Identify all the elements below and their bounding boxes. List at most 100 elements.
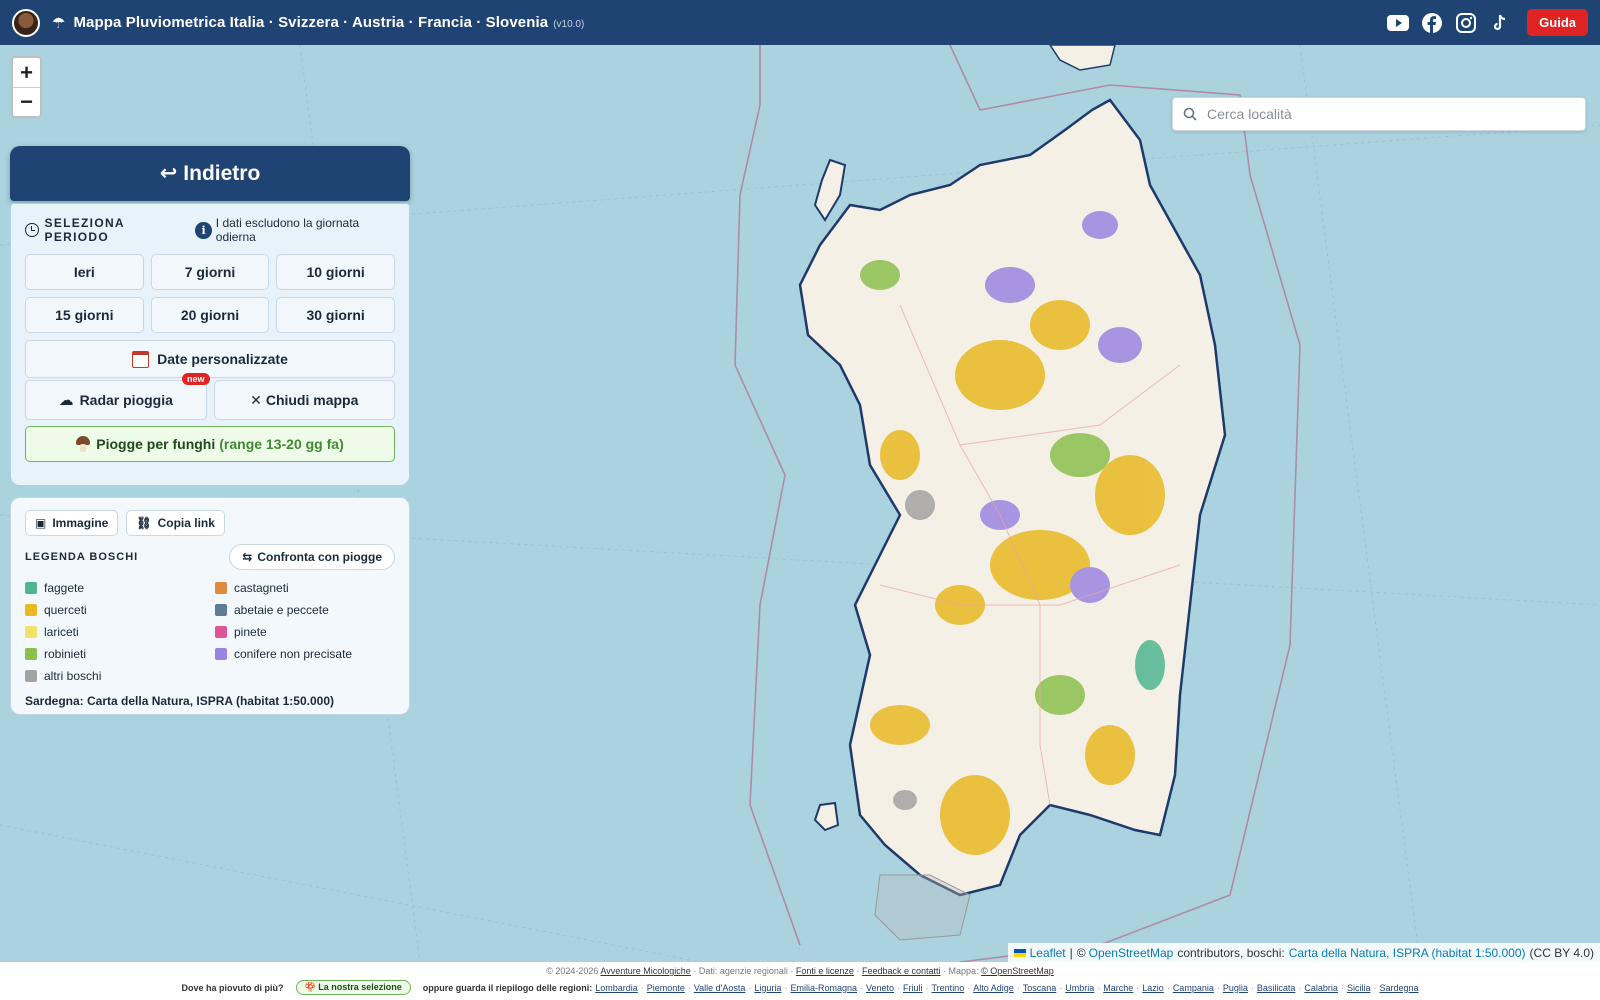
region-separator: · bbox=[748, 982, 752, 993]
attribution-sep: | bbox=[1069, 945, 1073, 960]
legend-swatch bbox=[25, 604, 37, 616]
copy-link-label: Copia link bbox=[157, 516, 215, 530]
region-link[interactable]: Liguria bbox=[754, 983, 781, 993]
legend-label: conifere non precisate bbox=[234, 647, 353, 661]
leaflet-link[interactable]: Leaflet bbox=[1030, 946, 1066, 960]
region-link[interactable]: Sardegna bbox=[1379, 983, 1418, 993]
region-link[interactable]: Umbria bbox=[1065, 983, 1094, 993]
app-title: Mappa Pluviometrica Italia · Svizzera · … bbox=[73, 14, 549, 31]
youtube-icon[interactable] bbox=[1387, 12, 1410, 34]
footer-question: Dove ha piovuto di più? bbox=[181, 982, 284, 993]
facebook-icon[interactable] bbox=[1421, 12, 1443, 34]
avatar[interactable] bbox=[12, 8, 40, 37]
guide-button[interactable]: Guida bbox=[1527, 9, 1588, 36]
legend-items: faggete castagneti querceti abetaie e pecce… bbox=[25, 580, 395, 684]
region-link[interactable]: Trentino bbox=[932, 983, 965, 993]
compare-button[interactable]: ⇆ Confronta con piogge bbox=[229, 544, 395, 570]
legend-item: pinete bbox=[215, 624, 395, 640]
region-link[interactable]: Marche bbox=[1103, 983, 1133, 993]
region-link[interactable]: Calabria bbox=[1304, 983, 1338, 993]
image-label: Immagine bbox=[52, 516, 109, 530]
footer-credits: © 2024-2026 Avventure Micologiche · Dati… bbox=[0, 962, 1600, 976]
region-separator: · bbox=[1016, 982, 1020, 993]
custom-dates-button[interactable]: Date personalizzate bbox=[25, 340, 395, 378]
footer-dot: · bbox=[856, 966, 860, 976]
region-separator: · bbox=[1059, 982, 1063, 993]
region-separator: · bbox=[640, 982, 644, 993]
ukraine-flag-icon bbox=[1013, 948, 1026, 957]
footer-sources-link[interactable]: Fonti e licenze bbox=[796, 966, 854, 976]
swap-icon: ⇆ bbox=[242, 550, 253, 564]
forest-legend: ▣ Immagine ⛓ Copia link LEGENDA BOSCHI ⇆… bbox=[10, 497, 410, 715]
region-separator: · bbox=[859, 982, 863, 993]
legend-label: robinieti bbox=[44, 647, 87, 661]
period-button-10[interactable]: 10 giorni bbox=[276, 254, 395, 290]
region-link[interactable]: Friuli bbox=[903, 983, 923, 993]
zoom-in-button[interactable]: + bbox=[13, 58, 40, 87]
camera-icon: ▣ bbox=[35, 516, 47, 530]
footer-site-link[interactable]: Avventure Micologiche bbox=[600, 966, 690, 976]
cdn-link[interactable]: Carta della Natura, ISPRA (habitat 1:50.… bbox=[1289, 946, 1526, 960]
regions-label: oppure guarda il riepilogo delle regioni… bbox=[422, 982, 593, 993]
region-link[interactable]: Lazio bbox=[1142, 983, 1164, 993]
image-button[interactable]: ▣ Immagine bbox=[25, 510, 119, 536]
region-link[interactable]: Basilicata bbox=[1257, 983, 1296, 993]
close-map-button[interactable]: ✕ Chiudi mappa bbox=[213, 380, 395, 420]
tiktok-icon[interactable] bbox=[1489, 12, 1511, 34]
legend-item: abetaie e peccete bbox=[215, 602, 395, 618]
region-link[interactable]: Emilia-Romagna bbox=[790, 983, 857, 993]
period-button-20[interactable]: 20 giorni bbox=[150, 297, 270, 333]
license-text: (CC BY 4.0) bbox=[1529, 945, 1594, 960]
selection-badge[interactable]: 🍄 La nostra selezione bbox=[295, 980, 411, 995]
legend-item: castagneti bbox=[215, 580, 395, 596]
radar-close-row: ☁ Radar pioggia new ✕ Chiudi mappa bbox=[25, 373, 395, 420]
region-link[interactable]: Lombardia bbox=[595, 983, 638, 993]
legend-label: pinete bbox=[234, 625, 267, 639]
period-button-30[interactable]: 30 giorni bbox=[276, 297, 395, 333]
legend-item: conifere non precisate bbox=[215, 646, 395, 662]
zoom-out-button[interactable]: − bbox=[13, 87, 40, 116]
legend-label: lariceti bbox=[44, 625, 79, 639]
period-panel: SELEZIONA PERIODO i I dati escludono la … bbox=[10, 203, 410, 486]
period-button-7[interactable]: 7 giorni bbox=[150, 254, 270, 290]
region-link[interactable]: Toscana bbox=[1023, 983, 1057, 993]
close-icon: ✕ bbox=[250, 391, 262, 408]
region-separator: · bbox=[1298, 982, 1302, 993]
footer-feedback-link[interactable]: Feedback e contatti bbox=[862, 966, 941, 976]
rain-cloud-icon: ☂ bbox=[52, 14, 66, 32]
copy-link-button[interactable]: ⛓ Copia link bbox=[126, 510, 225, 536]
region-link[interactable]: Puglia bbox=[1223, 983, 1248, 993]
legend-swatch bbox=[25, 582, 37, 594]
period-note: I dati escludono la giornata odierna bbox=[215, 216, 360, 244]
footer-osm-link[interactable]: © OpenStreetMap bbox=[981, 966, 1054, 976]
legend-label: abetaie e peccete bbox=[234, 603, 329, 617]
osm-link[interactable]: OpenStreetMap bbox=[1089, 946, 1174, 960]
legend-source: Sardegna: Carta della Natura, ISPRA (hab… bbox=[25, 694, 334, 708]
back-button[interactable]: ↩ Indietro bbox=[10, 146, 410, 201]
map-attribution: Leaflet | © OpenStreetMap contributors, … bbox=[1007, 943, 1600, 962]
region-link[interactable]: Alto Adige bbox=[973, 983, 1014, 993]
calendar-icon bbox=[132, 350, 150, 368]
search-input[interactable] bbox=[1207, 106, 1567, 122]
instagram-icon[interactable] bbox=[1455, 12, 1477, 34]
region-separator: · bbox=[1373, 982, 1377, 993]
region-separator: · bbox=[1166, 982, 1170, 993]
period-header: SELEZIONA PERIODO i I dati escludono la … bbox=[25, 216, 395, 244]
mushroom-rain-button[interactable]: Piogge per funghi (range 13-20 gg fa) bbox=[25, 426, 395, 462]
app-version: (v10.0) bbox=[553, 19, 585, 30]
region-link[interactable]: Veneto bbox=[866, 983, 894, 993]
radar-button[interactable]: ☁ Radar pioggia new bbox=[25, 373, 210, 420]
period-button-ieri[interactable]: Ieri bbox=[25, 254, 144, 290]
link-icon: ⛓ bbox=[136, 516, 152, 530]
region-link[interactable]: Sicilia bbox=[1347, 983, 1371, 993]
legend-swatch bbox=[25, 648, 37, 660]
legend-label: querceti bbox=[44, 603, 87, 617]
region-link[interactable]: Piemonte bbox=[647, 983, 685, 993]
info-icon[interactable]: i bbox=[195, 221, 212, 239]
region-link[interactable]: Valle d'Aosta bbox=[694, 983, 746, 993]
footer-map-text: · Mappa: bbox=[943, 966, 979, 976]
region-link[interactable]: Campania bbox=[1173, 983, 1214, 993]
period-button-15[interactable]: 15 giorni bbox=[25, 297, 144, 333]
legend-label: castagneti bbox=[234, 581, 289, 595]
legend-swatch bbox=[25, 670, 37, 682]
